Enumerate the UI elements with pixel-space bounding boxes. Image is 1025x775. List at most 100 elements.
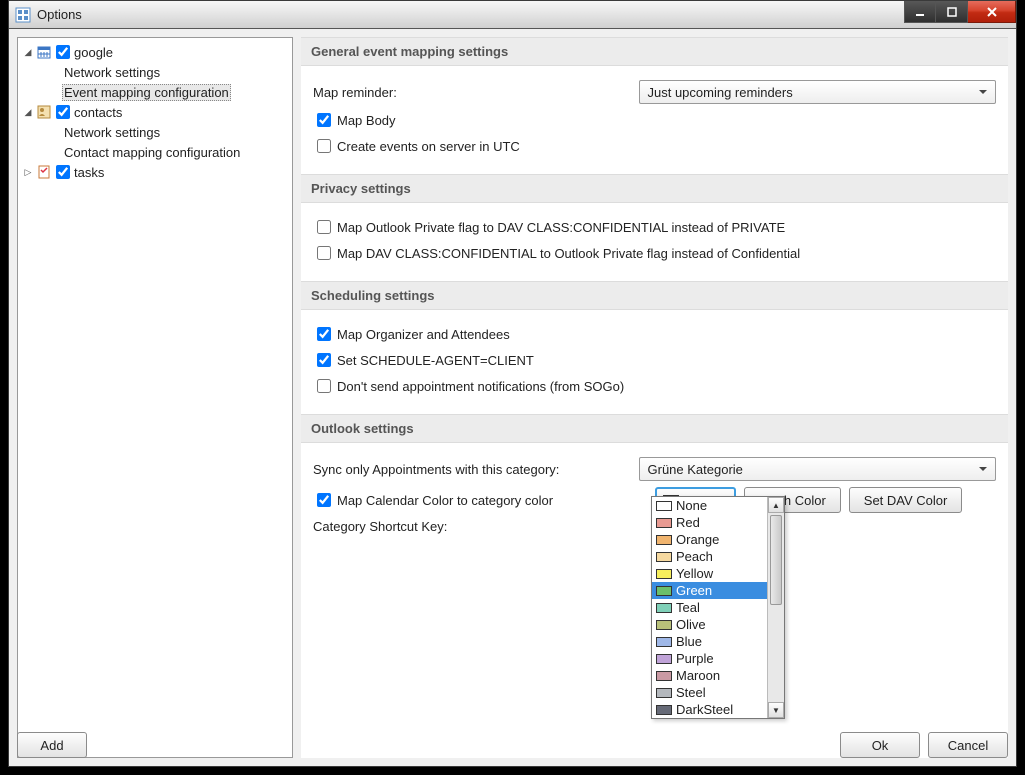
color-option-label: Yellow	[676, 566, 713, 581]
color-option-label: Blue	[676, 634, 702, 649]
section-general-body: Map reminder: Just upcoming reminders Ma…	[301, 66, 1008, 174]
tasks-icon	[36, 164, 52, 180]
window-title: Options	[37, 7, 82, 22]
collapse-icon[interactable]: ◢	[22, 47, 34, 58]
tree-panel[interactable]: ◢ google Network settings Event mapping …	[17, 37, 293, 758]
color-swatch-icon	[656, 552, 672, 562]
sched-opt3-checkbox[interactable]	[317, 379, 331, 393]
color-swatch-icon	[656, 569, 672, 579]
section-privacy-header: Privacy settings	[301, 174, 1008, 203]
color-option-yellow[interactable]: Yellow	[652, 565, 767, 582]
tree-label: Network settings	[62, 125, 162, 140]
tree-label: Contact mapping configuration	[62, 145, 242, 160]
color-option-maroon[interactable]: Maroon	[652, 667, 767, 684]
color-option-purple[interactable]: Purple	[652, 650, 767, 667]
content-area: ◢ google Network settings Event mapping …	[9, 29, 1016, 766]
color-swatch-icon	[656, 535, 672, 545]
maximize-button[interactable]	[936, 1, 968, 23]
color-swatch-icon	[656, 603, 672, 613]
color-option-label: Peach	[676, 549, 713, 564]
sync-category-label: Sync only Appointments with this categor…	[313, 462, 639, 477]
minimize-button[interactable]	[904, 1, 936, 23]
shortcut-key-label: Category Shortcut Key:	[313, 519, 613, 534]
tree-checkbox-tasks[interactable]	[56, 165, 70, 179]
tree-checkbox-contacts[interactable]	[56, 105, 70, 119]
scroll-thumb[interactable]	[770, 515, 782, 605]
color-option-blue[interactable]: Blue	[652, 633, 767, 650]
scroll-down-icon[interactable]: ▼	[768, 702, 784, 718]
tree-node-contacts[interactable]: ◢ contacts	[20, 102, 290, 122]
section-general-header: General event mapping settings	[301, 37, 1008, 66]
color-option-label: DarkSteel	[676, 702, 733, 717]
cancel-button[interactable]: Cancel	[928, 732, 1008, 758]
map-reminder-label: Map reminder:	[313, 85, 639, 100]
privacy-opt1-label: Map Outlook Private flag to DAV CLASS:CO…	[337, 220, 785, 235]
sched-opt1-checkbox[interactable]	[317, 327, 331, 341]
color-dropdown-list[interactable]: NoneRed Orange Peach Yellow Green Teal Olive Bl…	[651, 496, 785, 719]
sched-opt2-checkbox[interactable]	[317, 353, 331, 367]
color-option-green[interactable]: Green	[652, 582, 767, 599]
color-swatch-icon	[656, 586, 672, 596]
color-swatch-icon	[656, 501, 672, 511]
tree-label: Network settings	[62, 65, 162, 80]
tree-item-network-settings[interactable]: Network settings	[20, 122, 290, 142]
color-option-orange[interactable]: Orange	[652, 531, 767, 548]
color-option-none[interactable]: None	[652, 497, 767, 514]
dropdown-scrollbar[interactable]: ▲ ▼	[767, 497, 784, 718]
color-option-darksteel[interactable]: DarkSteel	[652, 701, 767, 718]
color-option-olive[interactable]: Olive	[652, 616, 767, 633]
sync-category-value: Grüne Kategorie	[648, 462, 743, 477]
map-body-checkbox[interactable]	[317, 113, 331, 127]
sched-opt2-label: Set SCHEDULE-AGENT=CLIENT	[337, 353, 534, 368]
tree-node-tasks[interactable]: ▷ tasks	[20, 162, 290, 182]
titlebar: Options	[9, 1, 1016, 29]
tree-checkbox-google[interactable]	[56, 45, 70, 59]
tree-label: google	[72, 45, 115, 60]
section-scheduling-body: Map Organizer and Attendees Set SCHEDULE…	[301, 310, 1008, 414]
map-color-label: Map Calendar Color to category color	[337, 493, 553, 508]
close-button[interactable]	[968, 1, 1016, 23]
color-swatch-icon	[656, 705, 672, 715]
color-option-label: Teal	[676, 600, 700, 615]
collapse-icon[interactable]: ◢	[22, 107, 34, 118]
section-privacy-body: Map Outlook Private flag to DAV CLASS:CO…	[301, 203, 1008, 281]
privacy-opt1-checkbox[interactable]	[317, 220, 331, 234]
set-dav-color-button[interactable]: Set DAV Color	[849, 487, 963, 513]
footer: Add Ok Cancel	[17, 732, 1008, 758]
color-swatch-icon	[656, 518, 672, 528]
color-option-red[interactable]: Red	[652, 514, 767, 531]
color-option-peach[interactable]: Peach	[652, 548, 767, 565]
tree-item-network-settings[interactable]: Network settings	[20, 62, 290, 82]
tree-item-contact-mapping[interactable]: Contact mapping configuration	[20, 142, 290, 162]
section-outlook-header: Outlook settings	[301, 414, 1008, 443]
color-option-label: Purple	[676, 651, 714, 666]
color-option-steel[interactable]: Steel	[652, 684, 767, 701]
tree-node-google[interactable]: ◢ google	[20, 42, 290, 62]
tree-item-event-mapping[interactable]: Event mapping configuration	[20, 82, 290, 102]
color-swatch-icon	[656, 620, 672, 630]
color-option-label: Red	[676, 515, 700, 530]
create-utc-checkbox[interactable]	[317, 139, 331, 153]
tree-label: Event mapping configuration	[62, 84, 231, 101]
sync-category-select[interactable]: Grüne Kategorie	[639, 457, 997, 481]
add-button[interactable]: Add	[17, 732, 87, 758]
color-option-label: Green	[676, 583, 712, 598]
color-option-teal[interactable]: Teal	[652, 599, 767, 616]
expand-icon[interactable]: ▷	[22, 167, 34, 178]
create-utc-label: Create events on server in UTC	[337, 139, 520, 154]
ok-button[interactable]: Ok	[840, 732, 920, 758]
color-option-label: Steel	[676, 685, 706, 700]
app-icon	[15, 7, 31, 23]
color-swatch-icon	[656, 654, 672, 664]
map-reminder-select[interactable]: Just upcoming reminders	[639, 80, 997, 104]
color-option-label: Olive	[676, 617, 706, 632]
sched-opt3-label: Don't send appointment notifications (fr…	[337, 379, 624, 394]
color-swatch-icon	[656, 688, 672, 698]
color-option-label: Orange	[676, 532, 719, 547]
scroll-up-icon[interactable]: ▲	[768, 497, 784, 513]
map-color-checkbox[interactable]	[317, 493, 331, 507]
tree-label: contacts	[72, 105, 124, 120]
contacts-icon	[36, 104, 52, 120]
color-swatch-icon	[656, 671, 672, 681]
privacy-opt2-checkbox[interactable]	[317, 246, 331, 260]
